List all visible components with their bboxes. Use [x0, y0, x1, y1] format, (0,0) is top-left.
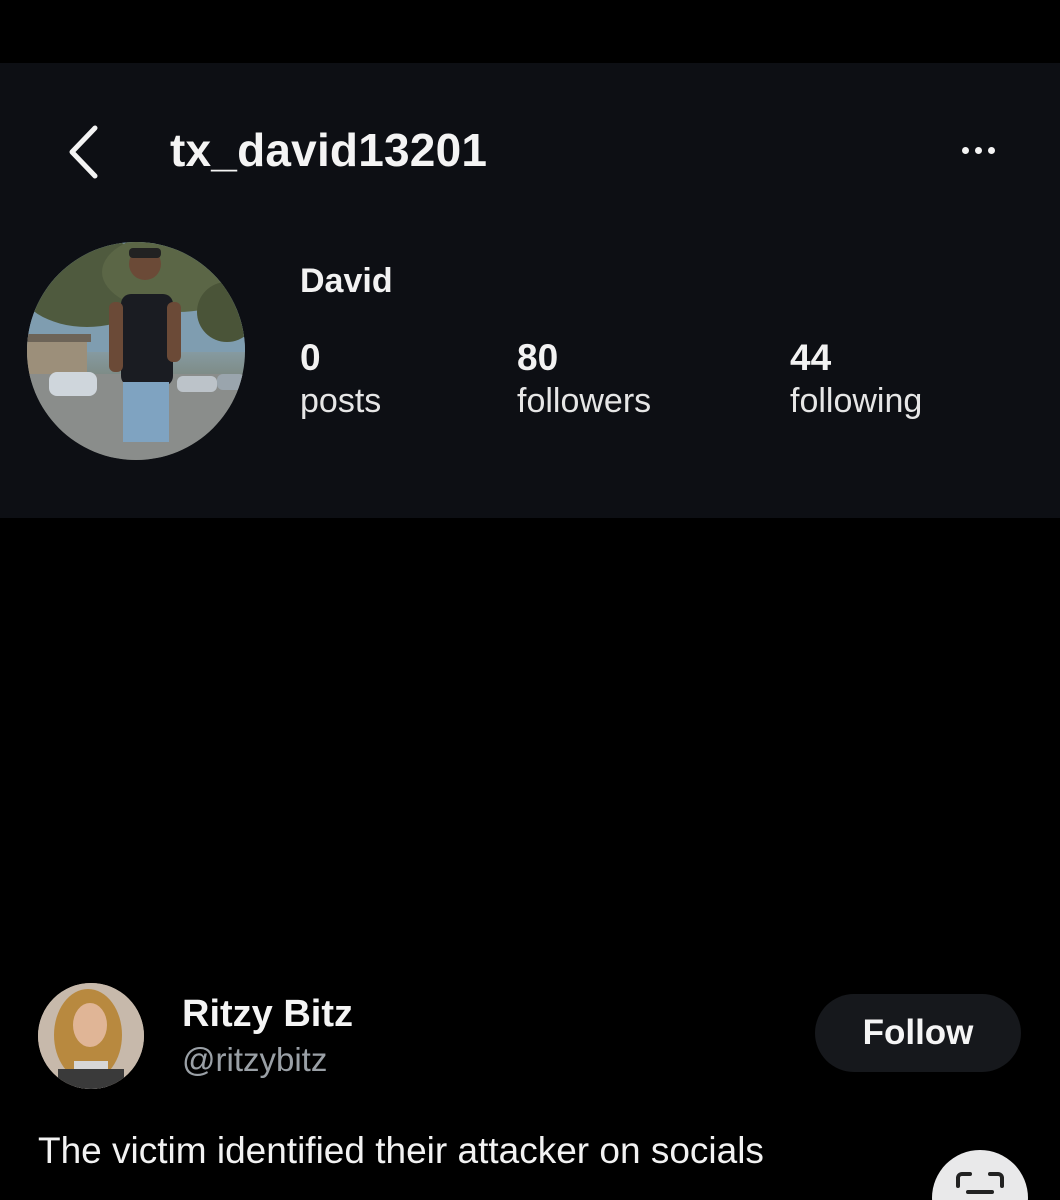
author-avatar[interactable]: [38, 983, 144, 1089]
profile-photo-icon: [27, 242, 245, 460]
stat-count: 0: [300, 337, 321, 378]
more-horizontal-icon-dot: [974, 146, 982, 154]
screen: tx_david13201 David 0 posts 80 followers…: [0, 0, 1060, 1200]
more-options-button[interactable]: [950, 130, 1006, 170]
stat-label: following: [790, 382, 923, 420]
stat-count: 80: [517, 337, 559, 378]
more-horizontal-icon-dot: [987, 146, 995, 154]
stat-count: 44: [790, 337, 832, 378]
author-name[interactable]: Ritzy Bitz: [182, 993, 353, 1036]
author-handle[interactable]: @ritzybitz: [182, 1041, 327, 1079]
stat-followers[interactable]: 80 followers: [517, 338, 651, 424]
follow-button[interactable]: Follow: [815, 994, 1021, 1072]
back-button[interactable]: [58, 120, 108, 184]
tweet-text: The victim identified their attacker on …: [38, 1130, 764, 1171]
stat-label: followers: [517, 382, 652, 420]
text-scan-icon: [956, 1172, 1004, 1194]
text-scan-button[interactable]: [932, 1150, 1028, 1200]
stat-label: posts: [300, 382, 382, 420]
more-horizontal-icon-dot: [961, 146, 969, 154]
chevron-left-icon: [69, 125, 98, 179]
instagram-username: tx_david13201: [170, 124, 488, 176]
stat-posts[interactable]: 0 posts: [300, 338, 381, 424]
author-avatar-photo-icon: [38, 983, 144, 1089]
instagram-profile-avatar: [27, 242, 245, 460]
instagram-display-name: David: [300, 262, 393, 300]
stat-following[interactable]: 44 following: [790, 338, 922, 424]
